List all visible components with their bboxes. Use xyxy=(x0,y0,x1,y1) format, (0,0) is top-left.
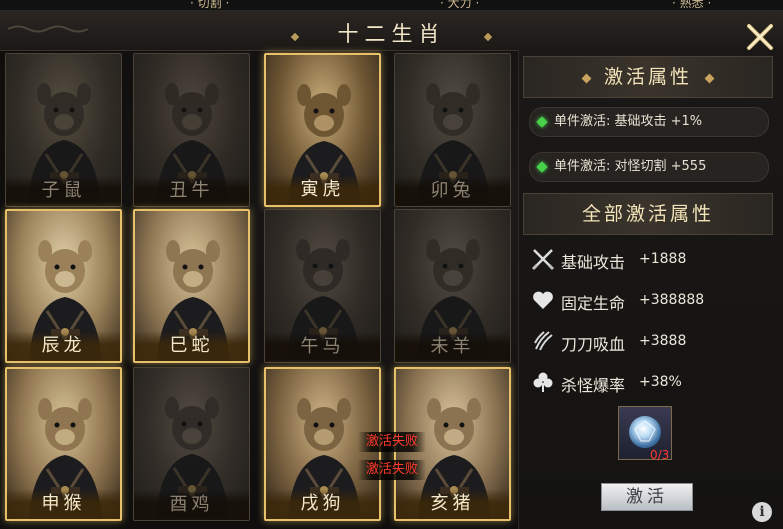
attr-label: 基础攻击 xyxy=(561,253,626,272)
single-attr-1: 单件激活: 基础攻击 +1% xyxy=(529,107,769,137)
fail-message-2: 激活失败 xyxy=(358,460,426,480)
zodiac-card[interactable]: 午马 xyxy=(264,209,381,363)
header-gem-right xyxy=(704,73,715,83)
zodiac-card[interactable]: 丑牛 xyxy=(133,53,250,207)
zodiac-name: 丑牛 xyxy=(134,176,249,206)
single-attr-text: 单件激活: 基础攻击 +1% xyxy=(554,114,703,129)
zodiac-card[interactable]: 卯兔 xyxy=(394,53,511,207)
zodiac-card[interactable]: 寅虎 xyxy=(264,53,381,207)
zodiac-name: 戌狗 xyxy=(266,489,379,519)
zodiac-name: 申猴 xyxy=(7,489,120,519)
green-diamond-icon xyxy=(536,116,548,128)
close-icon[interactable] xyxy=(745,22,775,52)
green-diamond-icon xyxy=(536,161,548,173)
zodiac-card[interactable]: 巳蛇 xyxy=(133,209,250,363)
zodiac-name: 午马 xyxy=(265,332,380,362)
strip-text-3: · 熟悉 · xyxy=(672,0,712,10)
zodiac-window: · 切割 · · 大力 · · 熟悉 · 十二生肖 子鼠 丑牛 寅虎 卯兔辰龙 巳蛇 午马… xyxy=(0,0,783,529)
zodiac-grid: 子鼠 丑牛 寅虎 卯兔辰龙 巳蛇 午马 未羊申猴 酉鸡 戌狗 亥猪 xyxy=(0,50,518,529)
attr-value: +38% xyxy=(639,374,682,390)
zodiac-name: 子鼠 xyxy=(6,176,121,206)
info-icon[interactable]: i xyxy=(752,502,772,522)
strip-text-1: · 切割 · xyxy=(190,0,230,10)
fail-message-1: 激活失败 xyxy=(358,432,426,452)
zodiac-name: 未羊 xyxy=(395,332,510,362)
all-attr-header: 全部激活属性 xyxy=(523,193,773,235)
strip-text-2: · 大力 · xyxy=(440,0,480,10)
single-attr-text: 单件激活: 对怪切割 +555 xyxy=(554,159,707,174)
heart-icon xyxy=(533,291,553,309)
zodiac-name: 巳蛇 xyxy=(135,331,248,361)
clover-icon xyxy=(533,372,553,392)
window-title: 十二生肖 xyxy=(337,22,446,46)
zodiac-name: 辰龙 xyxy=(7,331,120,361)
zodiac-name: 寅虎 xyxy=(266,175,379,205)
zodiac-card[interactable]: 酉鸡 xyxy=(133,367,250,521)
item-count: 0/3 xyxy=(650,448,670,462)
zodiac-name: 卯兔 xyxy=(395,176,510,206)
zodiac-card[interactable]: 子鼠 xyxy=(5,53,122,207)
zodiac-name: 酉鸡 xyxy=(134,490,249,520)
attribute-panel: 激活属性 单件激活: 基础攻击 +1% 单件激活: 对怪切割 +555 全部激活… xyxy=(518,50,783,529)
attr-value: +388888 xyxy=(639,292,705,308)
activate-button[interactable]: 激活 xyxy=(601,483,693,511)
attr-label: 固定生命 xyxy=(561,294,626,313)
crossed-swords-icon xyxy=(531,249,555,271)
zodiac-name: 亥猪 xyxy=(396,489,509,519)
attr-label: 杀怪爆率 xyxy=(561,376,626,395)
background-tab-strip: · 切割 · · 大力 · · 熟悉 · xyxy=(0,0,783,10)
zodiac-card[interactable]: 未羊 xyxy=(394,209,511,363)
title-bar: 十二生肖 xyxy=(0,10,783,51)
claw-slash-icon xyxy=(534,331,553,351)
zodiac-card[interactable]: 申猴 xyxy=(5,367,122,521)
zodiac-card[interactable]: 辰龙 xyxy=(5,209,122,363)
attr-label: 刀刀吸血 xyxy=(561,335,626,354)
header-gem-left xyxy=(581,73,592,83)
attr-value: +1888 xyxy=(639,251,687,267)
attr-value: +3888 xyxy=(639,333,687,349)
single-attr-2: 单件激活: 对怪切割 +555 xyxy=(529,152,769,182)
all-attr-title: 全部激活属性 xyxy=(581,203,714,225)
activate-attr-title: 激活属性 xyxy=(603,66,692,88)
activate-attr-header: 激活属性 xyxy=(523,56,773,98)
